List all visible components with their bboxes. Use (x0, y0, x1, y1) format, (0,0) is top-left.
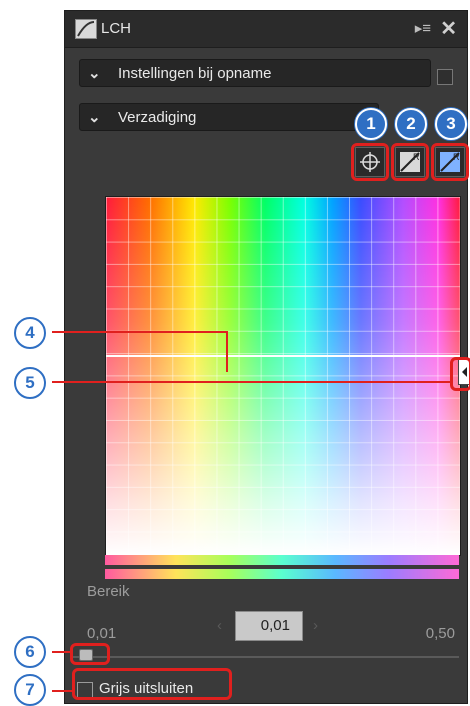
increase-arrow-icon[interactable]: › (313, 617, 318, 634)
callout-badge-7: 7 (14, 674, 46, 706)
curve-line[interactable] (106, 355, 460, 357)
callout-badge-1: 1 (355, 108, 387, 140)
panel-title: LCH (101, 20, 132, 37)
chevron-down-icon: ⌄ (88, 109, 101, 126)
close-icon[interactable]: ✕ (440, 16, 457, 41)
lch-curve-icon (75, 19, 97, 39)
callout-box-6 (70, 643, 110, 665)
callout-leader-5 (52, 381, 452, 383)
panel-menu-icon[interactable]: ▸≡ (415, 19, 431, 37)
settings-toggle-checkbox[interactable] (437, 69, 453, 85)
callout-badge-3: 3 (435, 108, 467, 140)
saturation-curve-graph[interactable] (105, 196, 461, 556)
callout-badge-6: 6 (14, 636, 46, 668)
range-label: Bereik (87, 583, 130, 600)
callout-box-3 (431, 143, 469, 181)
callout-box-2 (391, 143, 429, 181)
callout-leader-4-drop (226, 331, 228, 372)
channel-dropdown[interactable]: ⌄ Verzadiging (79, 103, 379, 131)
range-max: 0,50 (425, 625, 455, 642)
callout-badge-4: 4 (14, 317, 46, 349)
range-slider-track[interactable] (73, 656, 459, 658)
callout-leader-7 (52, 690, 74, 692)
callout-badge-2: 2 (395, 108, 427, 140)
output-hue-strip (105, 555, 459, 565)
input-hue-strip (105, 569, 459, 579)
range-min: 0,01 (87, 625, 117, 642)
callout-leader-4 (52, 331, 228, 333)
callout-box-5 (450, 357, 470, 391)
settings-dropdown[interactable]: ⌄ Instellingen bij opname (79, 59, 431, 87)
graph-grid (106, 197, 460, 555)
channel-dropdown-label: Verzadiging (118, 109, 197, 126)
chevron-down-icon: ⌄ (88, 65, 101, 82)
range-value-input[interactable]: 0,01 (235, 611, 303, 641)
callout-badge-5: 5 (14, 367, 46, 399)
decrease-arrow-icon[interactable]: ‹ (217, 617, 222, 634)
callout-leader-6 (52, 651, 72, 653)
callout-box-7 (72, 668, 232, 700)
settings-dropdown-label: Instellingen bij opname (118, 65, 272, 82)
callout-box-1 (351, 143, 389, 181)
title-bar: LCH ▸≡ ✕ (65, 11, 467, 48)
